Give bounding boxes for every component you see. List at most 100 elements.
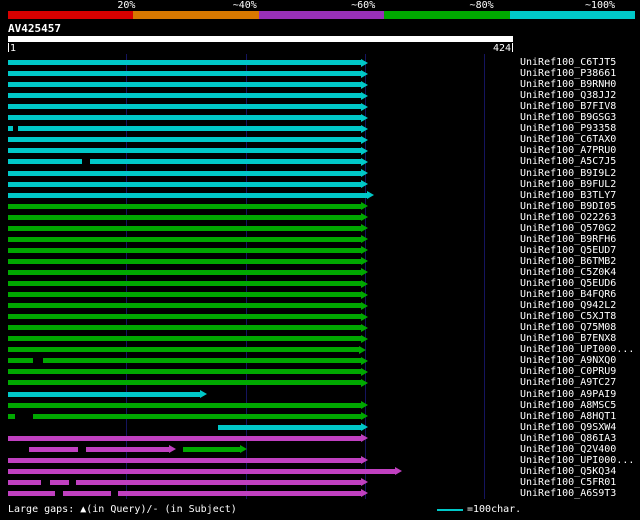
alignment-bar[interactable] bbox=[8, 469, 395, 474]
hit-label[interactable]: UniRef100_C6TJT5 bbox=[520, 57, 616, 68]
alignment-arrow[interactable] bbox=[361, 180, 368, 188]
alignment-bar[interactable] bbox=[8, 259, 361, 264]
hit-label[interactable]: UniRef100_C5Z0K4 bbox=[520, 267, 616, 278]
alignment-bar[interactable] bbox=[8, 480, 361, 485]
alignment-bar[interactable] bbox=[8, 458, 361, 463]
hit-label[interactable]: UniRef100_B7FIV8 bbox=[520, 101, 616, 112]
hit-label[interactable]: UniRef100_P38661 bbox=[520, 68, 616, 79]
hit-label[interactable]: UniRef100_A8HQT1 bbox=[520, 411, 616, 422]
alignment-arrow[interactable] bbox=[361, 169, 368, 177]
alignment-bar[interactable] bbox=[8, 314, 361, 319]
alignment-arrow[interactable] bbox=[361, 357, 368, 365]
alignment-arrow[interactable] bbox=[361, 280, 368, 288]
hit-label[interactable]: UniRef100_A9TC27 bbox=[520, 377, 616, 388]
alignment-arrow[interactable] bbox=[200, 390, 207, 398]
hit-label[interactable]: UniRef100_B3TLY7 bbox=[520, 190, 616, 201]
alignment-bar[interactable] bbox=[8, 126, 361, 131]
alignment-arrow[interactable] bbox=[361, 81, 368, 89]
alignment-bar[interactable] bbox=[8, 248, 361, 253]
hit-label[interactable]: UniRef100_O22263 bbox=[520, 212, 616, 223]
hit-label[interactable]: UniRef100_A7PRU0 bbox=[520, 145, 616, 156]
alignment-arrow[interactable] bbox=[395, 467, 402, 475]
alignment-bar[interactable] bbox=[8, 215, 361, 220]
alignment-arrow[interactable] bbox=[361, 478, 368, 486]
alignment-arrow[interactable] bbox=[361, 434, 368, 442]
alignment-bar[interactable] bbox=[8, 148, 361, 153]
alignment-bar[interactable] bbox=[8, 193, 367, 198]
alignment-bar[interactable] bbox=[8, 60, 361, 65]
alignment-arrow[interactable] bbox=[361, 202, 368, 210]
alignment-bar[interactable] bbox=[8, 204, 361, 209]
hit-label[interactable]: UniRef100_C5XJT8 bbox=[520, 311, 616, 322]
hit-label[interactable]: UniRef100_C5FR01 bbox=[520, 477, 616, 488]
hit-label[interactable]: UniRef100_Q9SXW4 bbox=[520, 422, 616, 433]
hit-label[interactable]: UniRef100_C6TAX0 bbox=[520, 134, 616, 145]
alignment-arrow[interactable] bbox=[240, 445, 247, 453]
alignment-bar[interactable] bbox=[8, 82, 361, 87]
hit-label[interactable]: UniRef100_Q75M08 bbox=[520, 322, 616, 333]
alignment-arrow[interactable] bbox=[361, 213, 368, 221]
hit-label[interactable]: UniRef100_A6S9T3 bbox=[520, 488, 616, 499]
hit-label[interactable]: UniRef100_A9NXQ0 bbox=[520, 355, 616, 366]
alignment-bar[interactable] bbox=[218, 425, 361, 430]
alignment-bar[interactable] bbox=[8, 159, 361, 164]
hit-label[interactable]: UniRef100_B9GSG3 bbox=[520, 112, 616, 123]
alignment-arrow[interactable] bbox=[361, 125, 368, 133]
alignment-arrow[interactable] bbox=[361, 291, 368, 299]
alignment-arrow[interactable] bbox=[361, 335, 368, 343]
alignment-arrow[interactable] bbox=[361, 401, 368, 409]
alignment-bar[interactable] bbox=[8, 292, 361, 297]
alignment-bar[interactable] bbox=[8, 182, 361, 187]
alignment-bar[interactable] bbox=[8, 115, 361, 120]
hit-label[interactable]: UniRef100_B9DI05 bbox=[520, 201, 616, 212]
alignment-bar[interactable] bbox=[8, 237, 361, 242]
alignment-bar[interactable] bbox=[8, 226, 361, 231]
alignment-arrow[interactable] bbox=[361, 368, 368, 376]
alignment-arrow[interactable] bbox=[361, 224, 368, 232]
alignment-arrow[interactable] bbox=[361, 489, 368, 497]
alignment-arrow[interactable] bbox=[361, 324, 368, 332]
alignment-bar[interactable] bbox=[183, 447, 239, 452]
alignment-arrow[interactable] bbox=[361, 412, 368, 420]
alignment-arrow[interactable] bbox=[361, 92, 368, 100]
hit-label[interactable]: UniRef100_Q5EUD6 bbox=[520, 278, 616, 289]
hit-label[interactable]: UniRef100_B7ENX8 bbox=[520, 333, 616, 344]
alignment-arrow[interactable] bbox=[361, 147, 368, 155]
alignment-bar[interactable] bbox=[8, 281, 361, 286]
alignment-bar[interactable] bbox=[8, 71, 361, 76]
alignment-arrow[interactable] bbox=[361, 313, 368, 321]
alignment-bar[interactable] bbox=[8, 414, 361, 419]
hit-label[interactable]: UniRef100_A8MSC5 bbox=[520, 400, 616, 411]
alignment-bar[interactable] bbox=[8, 369, 361, 374]
hit-label[interactable]: UniRef100_B9FUL2 bbox=[520, 179, 616, 190]
alignment-bar[interactable] bbox=[8, 392, 200, 397]
alignment-arrow[interactable] bbox=[361, 423, 368, 431]
alignment-arrow[interactable] bbox=[361, 158, 368, 166]
alignment-arrow[interactable] bbox=[361, 235, 368, 243]
alignment-arrow[interactable] bbox=[361, 257, 368, 265]
alignment-bar[interactable] bbox=[8, 358, 361, 363]
alignment-arrow[interactable] bbox=[359, 346, 366, 354]
hit-label[interactable]: UniRef100_Q5EUD7 bbox=[520, 245, 616, 256]
alignment-arrow[interactable] bbox=[169, 445, 176, 453]
hit-label[interactable]: UniRef100_A5C7J5 bbox=[520, 156, 616, 167]
alignment-arrow[interactable] bbox=[361, 70, 368, 78]
alignment-bar[interactable] bbox=[8, 436, 361, 441]
alignment-bar[interactable] bbox=[8, 325, 361, 330]
alignment-bar[interactable] bbox=[8, 171, 361, 176]
alignment-bar[interactable] bbox=[8, 347, 359, 352]
hit-label[interactable]: UniRef100_Q5KQ34 bbox=[520, 466, 616, 477]
hit-label[interactable]: UniRef100_C0PRU9 bbox=[520, 366, 616, 377]
alignment-bar[interactable] bbox=[8, 380, 361, 385]
alignment-arrow[interactable] bbox=[361, 103, 368, 111]
alignment-arrow[interactable] bbox=[361, 59, 368, 67]
hit-label[interactable]: UniRef100_Q86IA3 bbox=[520, 433, 616, 444]
hit-label[interactable]: UniRef100_B4FQR6 bbox=[520, 289, 616, 300]
alignment-arrow[interactable] bbox=[361, 302, 368, 310]
alignment-bar[interactable] bbox=[8, 303, 361, 308]
hit-label[interactable]: UniRef100_Q942L2 bbox=[520, 300, 616, 311]
alignment-bar[interactable] bbox=[8, 137, 361, 142]
alignment-arrow[interactable] bbox=[361, 379, 368, 387]
alignment-arrow[interactable] bbox=[361, 456, 368, 464]
alignment-bar[interactable] bbox=[8, 93, 361, 98]
